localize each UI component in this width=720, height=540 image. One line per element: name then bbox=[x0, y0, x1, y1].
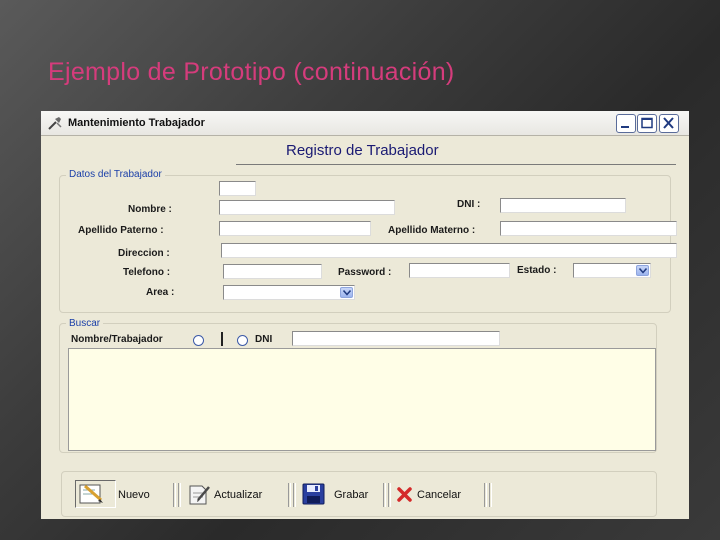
radio-nombre[interactable] bbox=[193, 335, 204, 346]
actualizar-icon bbox=[184, 482, 212, 506]
toolbar-separator bbox=[383, 483, 386, 507]
actualizar-label: Actualizar bbox=[214, 489, 263, 501]
dni-label: DNI : bbox=[457, 199, 481, 210]
radio-dni[interactable] bbox=[237, 335, 248, 346]
minimize-button[interactable] bbox=[616, 114, 636, 133]
option-dni-label: DNI bbox=[255, 334, 273, 345]
nuevo-label: Nuevo bbox=[118, 489, 150, 501]
direccion-field[interactable] bbox=[221, 243, 677, 258]
estado-label: Estado : bbox=[517, 265, 557, 276]
slide-title: Ejemplo de Prototipo (continuación) bbox=[48, 58, 455, 86]
estado-select[interactable] bbox=[573, 263, 651, 278]
grabar-icon bbox=[300, 482, 328, 506]
telefono-label: Telefono : bbox=[123, 267, 171, 278]
radio-separator bbox=[221, 332, 223, 346]
form-heading: Registro de Trabajador bbox=[286, 142, 439, 159]
dropdown-arrow-icon[interactable] bbox=[636, 265, 649, 276]
nuevo-icon bbox=[77, 482, 105, 506]
app-icon bbox=[47, 115, 63, 131]
dni-field[interactable] bbox=[500, 198, 626, 213]
apellido-materno-label: Apellido Materno : bbox=[388, 225, 476, 236]
cancelar-icon bbox=[395, 482, 415, 506]
minimize-icon bbox=[621, 126, 629, 128]
grabar-button[interactable]: Grabar bbox=[300, 481, 384, 507]
toolbar-separator bbox=[288, 483, 291, 507]
nombre-field[interactable] bbox=[219, 200, 395, 215]
toolbar-separator bbox=[178, 483, 181, 507]
buscar-input[interactable] bbox=[292, 331, 500, 346]
nuevo-button[interactable]: Nuevo bbox=[77, 481, 163, 507]
toolbar-separator bbox=[173, 483, 176, 507]
window-titlebar: Mantenimiento Trabajador bbox=[41, 111, 689, 136]
dropdown-arrow-icon[interactable] bbox=[340, 287, 353, 298]
telefono-field[interactable] bbox=[223, 264, 322, 279]
cancelar-button[interactable]: Cancelar bbox=[395, 481, 477, 507]
results-grid[interactable] bbox=[68, 348, 656, 451]
apellido-paterno-label: Apellido Paterno : bbox=[78, 225, 164, 236]
datos-legend: Datos del Trabajador bbox=[66, 169, 165, 180]
window-title: Mantenimiento Trabajador bbox=[68, 117, 205, 129]
cancelar-label: Cancelar bbox=[417, 489, 462, 501]
close-button[interactable] bbox=[659, 114, 679, 133]
maximize-button[interactable] bbox=[637, 114, 657, 133]
password-field[interactable] bbox=[409, 263, 510, 278]
toolbar-separator bbox=[489, 483, 492, 507]
nombre-label: Nombre : bbox=[128, 204, 172, 215]
apellido-materno-field[interactable] bbox=[500, 221, 677, 236]
password-label: Password : bbox=[338, 267, 392, 278]
maximize-icon bbox=[641, 117, 653, 129]
apellido-paterno-field[interactable] bbox=[219, 221, 371, 236]
grabar-label: Grabar bbox=[334, 489, 369, 501]
application-window: Mantenimiento Trabajador Registro de Tra… bbox=[41, 111, 689, 519]
actualizar-button[interactable]: Actualizar bbox=[184, 481, 284, 507]
close-icon bbox=[663, 117, 674, 129]
option-nombre-label: Nombre/Trabajador bbox=[71, 334, 163, 345]
toolbar-separator bbox=[484, 483, 487, 507]
heading-divider bbox=[236, 164, 676, 165]
area-label: Area : bbox=[146, 287, 175, 298]
codigo-field[interactable] bbox=[219, 181, 256, 196]
direccion-label: Direccion : bbox=[118, 248, 170, 259]
area-select[interactable] bbox=[223, 285, 355, 300]
buscar-legend: Buscar bbox=[66, 318, 104, 329]
toolbar-separator bbox=[293, 483, 296, 507]
toolbar-separator bbox=[388, 483, 391, 507]
